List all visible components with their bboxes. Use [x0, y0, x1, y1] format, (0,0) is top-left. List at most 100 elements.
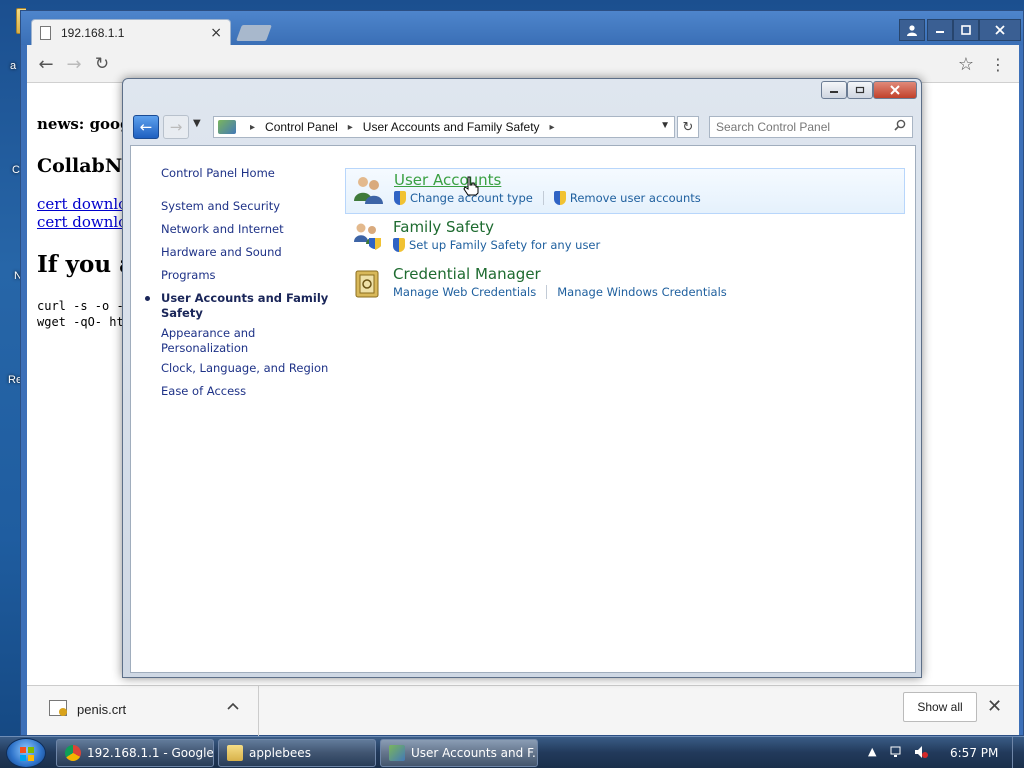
control-panel-icon [389, 745, 405, 761]
chevron-up-icon[interactable] [227, 698, 239, 714]
setup-family-safety-link[interactable]: Set up Family Safety for any user [393, 238, 600, 252]
remove-user-accounts-label: Remove user accounts [569, 191, 701, 205]
divider [542, 191, 544, 205]
category-user-accounts[interactable]: User Accounts Change account type Remove… [345, 168, 905, 214]
show-all-button[interactable]: Show all [903, 692, 977, 722]
restore-button[interactable] [847, 81, 873, 99]
search-icon[interactable] [894, 119, 906, 134]
maximize-button[interactable] [953, 19, 979, 41]
control-panel-icon [218, 120, 236, 134]
new-tab-button[interactable] [236, 25, 272, 41]
tab-close-icon[interactable]: × [210, 25, 222, 41]
credential-manager-link[interactable]: Credential Manager [393, 265, 541, 283]
reload-icon[interactable]: ↻ [91, 53, 113, 75]
breadcrumb-separator-icon[interactable]: ▸ [550, 122, 555, 133]
back-arrow-icon[interactable]: ← [133, 115, 159, 139]
address-bar[interactable]: ▸ Control Panel ▸ User Accounts and Fami… [213, 116, 675, 138]
minimize-button[interactable] [821, 81, 847, 99]
credential-manager-tasks: Manage Web Credentials Manage Windows Cr… [393, 285, 727, 299]
sidebar-item-ease-of-access[interactable]: Ease of Access [161, 384, 331, 399]
uac-shield-icon [394, 191, 406, 205]
address-dropdown-icon[interactable]: ▼ [660, 120, 670, 131]
close-download-bar-icon[interactable]: ✕ [987, 696, 1002, 717]
category-credential-manager[interactable]: Credential Manager Manage Web Credential… [345, 263, 905, 309]
user-accounts-tasks: Change account type Remove user accounts [394, 191, 701, 205]
chrome-icon [65, 745, 81, 761]
sidebar-item-user-accounts[interactable]: User Accounts and Family Safety [161, 291, 331, 321]
sidebar-item-programs[interactable]: Programs [161, 268, 331, 283]
sidebar-item-control-panel-home[interactable]: Control Panel Home [161, 166, 331, 181]
uac-shield-icon [393, 238, 405, 252]
minimize-button[interactable] [927, 19, 953, 41]
user-accounts-link[interactable]: User Accounts [394, 171, 501, 189]
download-filename: penis.crt [77, 702, 127, 717]
breadcrumb-separator-icon[interactable]: ▸ [250, 122, 255, 133]
refresh-icon[interactable]: ↻ [677, 116, 699, 138]
code-line: wget -qO- ht [37, 315, 124, 329]
certificate-file-icon [49, 700, 67, 716]
setup-family-safety-label: Set up Family Safety for any user [409, 238, 601, 252]
browser-tab-bar: 192.168.1.1 × [21, 11, 1023, 46]
taskbar-item-control-panel[interactable]: User Accounts and F... [380, 739, 538, 767]
nav-buttons: ← → ▼ [133, 115, 201, 139]
manage-windows-credentials-link[interactable]: Manage Windows Credentials [557, 285, 727, 299]
breadcrumb-user-accounts[interactable]: User Accounts and Family Safety [363, 120, 540, 134]
sidebar-item-clock-language[interactable]: Clock, Language, and Region [161, 361, 331, 376]
download-item[interactable]: penis.crt [27, 686, 259, 736]
divider [546, 285, 548, 299]
manage-web-credentials-link[interactable]: Manage Web Credentials [393, 285, 536, 299]
show-desktop-button[interactable] [1012, 737, 1024, 768]
hand-pointer-cursor-icon [463, 176, 479, 196]
category-family-safety[interactable]: Family Safety Set up Family Safety for a… [345, 216, 905, 262]
forward-arrow-icon[interactable]: → [63, 53, 85, 75]
taskbar-item-folder[interactable]: applebees [218, 739, 376, 767]
history-dropdown-icon[interactable]: ▼ [193, 118, 201, 129]
network-icon[interactable] [890, 745, 904, 762]
start-button[interactable] [6, 738, 46, 768]
profile-icon[interactable] [899, 19, 925, 41]
taskbar-item-chrome[interactable]: 192.168.1.1 - Google ... [56, 739, 214, 767]
taskbar-clock[interactable]: 6:57 PM [950, 746, 998, 760]
taskbar-item-label: applebees [249, 746, 311, 760]
sidebar-item-system-security[interactable]: System and Security [161, 199, 331, 214]
download-bar: penis.crt Show all ✕ [27, 685, 1019, 736]
sidebar-item-network[interactable]: Network and Internet [161, 222, 331, 237]
desktop-icon-label: a [10, 60, 17, 72]
family-safety-tasks: Set up Family Safety for any user [393, 238, 600, 252]
credential-manager-icon [351, 267, 383, 299]
volume-muted-icon[interactable] [914, 745, 928, 762]
desktop-icon-label: C [12, 164, 20, 176]
back-arrow-icon[interactable]: ← [35, 53, 57, 75]
close-button[interactable] [873, 81, 917, 99]
search-input[interactable]: Search Control Panel [709, 116, 913, 138]
tray-overflow-icon[interactable]: ▲ [868, 745, 876, 758]
breadcrumb-control-panel[interactable]: Control Panel [265, 120, 338, 134]
page-icon [40, 26, 51, 40]
category-list: User Accounts Change account type Remove… [345, 146, 915, 672]
browser-tab[interactable]: 192.168.1.1 × [31, 19, 231, 46]
breadcrumb-separator-icon[interactable]: ▸ [348, 122, 353, 133]
tab-title: 192.168.1.1 [61, 26, 125, 40]
sidebar-item-appearance[interactable]: Appearance and Personalization [161, 326, 271, 356]
remove-user-accounts-link[interactable]: Remove user accounts [553, 191, 701, 205]
current-item-bullet [145, 296, 150, 301]
folder-icon [227, 745, 243, 761]
code-line: curl -s -o - [37, 299, 124, 313]
control-panel-window: ← → ▼ ▸ Control Panel ▸ User Accounts an… [122, 78, 922, 678]
control-panel-content: Control Panel Home System and Security N… [130, 145, 916, 673]
system-tray: ▲ [862, 743, 942, 763]
sidebar: Control Panel Home System and Security N… [131, 146, 341, 672]
sidebar-item-hardware[interactable]: Hardware and Sound [161, 245, 331, 260]
taskbar-item-label: 192.168.1.1 - Google ... [87, 746, 214, 760]
bookmark-star-icon[interactable]: ☆ [955, 53, 977, 75]
forward-arrow-icon[interactable]: → [163, 115, 189, 139]
search-placeholder: Search Control Panel [716, 120, 831, 134]
user-accounts-icon [352, 173, 384, 205]
browser-menu-icon[interactable]: ⋮ [987, 53, 1009, 75]
taskbar: 192.168.1.1 - Google ... applebees User … [0, 736, 1024, 768]
family-safety-link[interactable]: Family Safety [393, 218, 494, 236]
family-safety-icon [351, 220, 383, 252]
close-button[interactable] [979, 19, 1021, 41]
taskbar-item-label: User Accounts and F... [411, 746, 538, 760]
uac-shield-icon [553, 191, 566, 205]
